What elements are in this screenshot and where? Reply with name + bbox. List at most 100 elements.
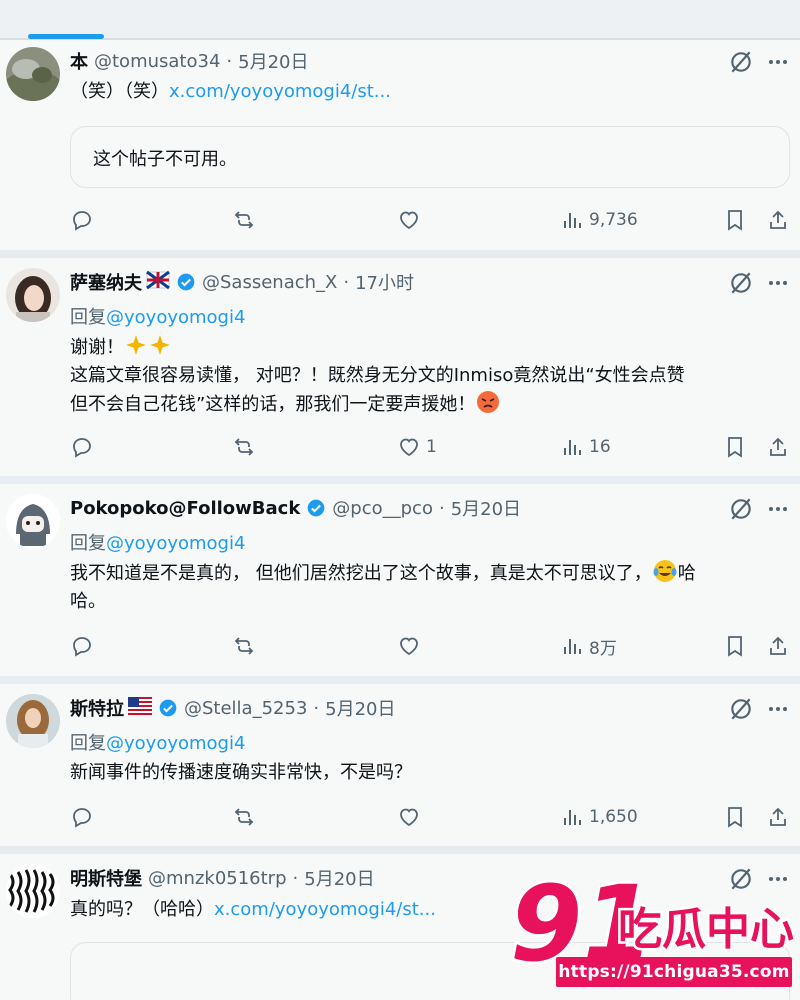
post-time[interactable]: 17小时 — [355, 269, 414, 295]
post-header: 明斯特堡 @mnzk0516trp · 5月20日 — [70, 865, 375, 891]
reply-context: 回复@yoyoyomogi4 — [70, 303, 245, 329]
post-link[interactable]: x.com/yoyoyomogi4/st... — [169, 81, 391, 102]
post-card[interactable]: 本 @tomusato34 · 5月20日 （笑）（笑）x.com/yoyoyo… — [0, 40, 800, 250]
views-icon — [564, 440, 581, 455]
share-button[interactable] — [766, 802, 790, 832]
views-button[interactable]: 1,650 — [560, 802, 638, 832]
reply-mention[interactable]: @yoyoyomogi4 — [106, 533, 245, 554]
post-line-1-tail: 哈 — [677, 563, 696, 584]
post-time[interactable]: 5月20日 — [304, 865, 374, 891]
grok-icon[interactable] — [728, 496, 754, 522]
more-options-icon[interactable] — [766, 497, 790, 521]
reply-prefix: 回复 — [70, 533, 106, 554]
more-options-icon[interactable] — [766, 271, 790, 295]
like-button[interactable] — [397, 802, 421, 832]
bookmark-button[interactable] — [723, 432, 747, 462]
post-link[interactable]: x.com/yoyoyomogi4/st... — [214, 899, 436, 920]
post-line-1: 新闻事件的传播速度确实非常快，不是吗？ — [70, 762, 412, 783]
views-button[interactable]: 16 — [560, 432, 611, 462]
grok-icon[interactable] — [728, 49, 754, 75]
post-time[interactable]: 5月20日 — [451, 495, 521, 521]
views-count: 1,650 — [589, 807, 638, 827]
grok-icon[interactable] — [728, 696, 754, 722]
bookmark-button[interactable] — [723, 631, 747, 661]
repost-button[interactable] — [232, 205, 256, 235]
reply-mention[interactable]: @yoyoyomogi4 — [106, 733, 245, 754]
post-time[interactable]: 5月20日 — [325, 695, 395, 721]
avatar[interactable] — [6, 268, 60, 322]
reply-prefix: 回复 — [70, 733, 106, 754]
top-tab-bar — [0, 0, 800, 39]
share-button[interactable] — [766, 432, 790, 462]
verified-badge-icon — [307, 499, 325, 517]
user-handle[interactable]: @Sassenach_X — [202, 272, 337, 293]
post-card[interactable]: 萨塞纳夫 @Sassenach_X · 17小时 回复@yoyoyomogi4 … — [0, 258, 800, 476]
post-time[interactable]: 5月20日 — [238, 48, 308, 74]
display-name[interactable]: 明斯特堡 — [70, 865, 142, 891]
reply-icon — [73, 211, 91, 231]
display-name[interactable]: 萨塞纳夫 — [70, 269, 142, 295]
share-icon — [770, 807, 786, 826]
reply-button[interactable] — [70, 631, 94, 661]
reply-icon — [73, 438, 91, 458]
more-options-icon[interactable] — [766, 697, 790, 721]
action-bar: 1,650 — [70, 802, 792, 832]
display-name[interactable]: Pokopoko@FollowBack — [70, 498, 300, 519]
bookmark-button[interactable] — [723, 802, 747, 832]
post-header: 本 @tomusato34 · 5月20日 — [70, 48, 309, 74]
share-button[interactable] — [766, 631, 790, 661]
user-handle[interactable]: @tomusato34 — [94, 51, 220, 72]
avatar[interactable] — [6, 494, 60, 548]
share-icon — [770, 210, 786, 229]
display-name[interactable]: 本 — [70, 48, 88, 74]
share-icon — [770, 437, 786, 456]
repost-button[interactable] — [232, 631, 256, 661]
views-button[interactable]: 9,736 — [560, 205, 638, 235]
grok-icon[interactable] — [728, 270, 754, 296]
post-card[interactable]: 斯特拉 @Stella_5253 · 5月20日 回复@yoyoyomogi4 … — [0, 684, 800, 846]
quoted-post-unavailable: 这个帖子不可用。 — [70, 126, 790, 188]
share-button[interactable] — [766, 205, 790, 235]
repost-button[interactable] — [232, 432, 256, 462]
display-name[interactable]: 斯特拉 — [70, 695, 124, 721]
like-button[interactable]: 1 — [397, 432, 437, 462]
user-handle[interactable]: @pco__pco — [332, 498, 433, 519]
post-card[interactable]: Pokopoko@FollowBack @pco__pco · 5月20日 回复… — [0, 484, 800, 676]
views-icon — [564, 639, 581, 654]
reply-button[interactable] — [70, 432, 94, 462]
like-button[interactable] — [397, 631, 421, 661]
avatar[interactable] — [6, 864, 60, 918]
reply-icon — [73, 808, 91, 828]
like-button[interactable] — [397, 205, 421, 235]
post-header: 萨塞纳夫 @Sassenach_X · 17小时 — [70, 269, 414, 295]
post-line-1: 谢谢！ — [70, 337, 124, 358]
post-header: 斯特拉 @Stella_5253 · 5月20日 — [70, 695, 396, 721]
bookmark-icon — [728, 807, 742, 828]
user-handle[interactable]: @mnzk0516trp — [148, 868, 287, 889]
bookmark-icon — [728, 210, 742, 231]
more-options-icon[interactable] — [766, 50, 790, 74]
bookmark-icon — [728, 437, 742, 458]
views-button[interactable]: 8万 — [560, 631, 617, 661]
reply-icon — [73, 637, 91, 657]
reply-prefix: 回复 — [70, 307, 106, 328]
avatar[interactable] — [6, 694, 60, 748]
bookmark-button[interactable] — [723, 205, 747, 235]
tears-of-joy-emoji-icon — [652, 559, 678, 588]
repost-button[interactable] — [232, 802, 256, 832]
share-icon — [770, 636, 786, 655]
post-header: Pokopoko@FollowBack @pco__pco · 5月20日 — [70, 495, 521, 521]
bookmark-icon — [728, 636, 742, 657]
avatar[interactable] — [6, 47, 60, 101]
reply-mention[interactable]: @yoyoyomogi4 — [106, 307, 245, 328]
post-divider — [0, 846, 800, 854]
repost-icon — [234, 637, 254, 655]
reply-button[interactable] — [70, 205, 94, 235]
likes-count: 1 — [426, 437, 437, 457]
flag-emoji-icon — [146, 269, 170, 296]
user-handle[interactable]: @Stella_5253 — [184, 698, 307, 719]
heart-icon — [400, 808, 418, 827]
post-text: 我不知道是不是真的， 但他们居然挖出了这个故事，真是太不可思议了， 哈 哈。 — [70, 559, 790, 616]
post-text: （笑）（笑）x.com/yoyoyomogi4/st... — [70, 78, 770, 106]
reply-button[interactable] — [70, 802, 94, 832]
